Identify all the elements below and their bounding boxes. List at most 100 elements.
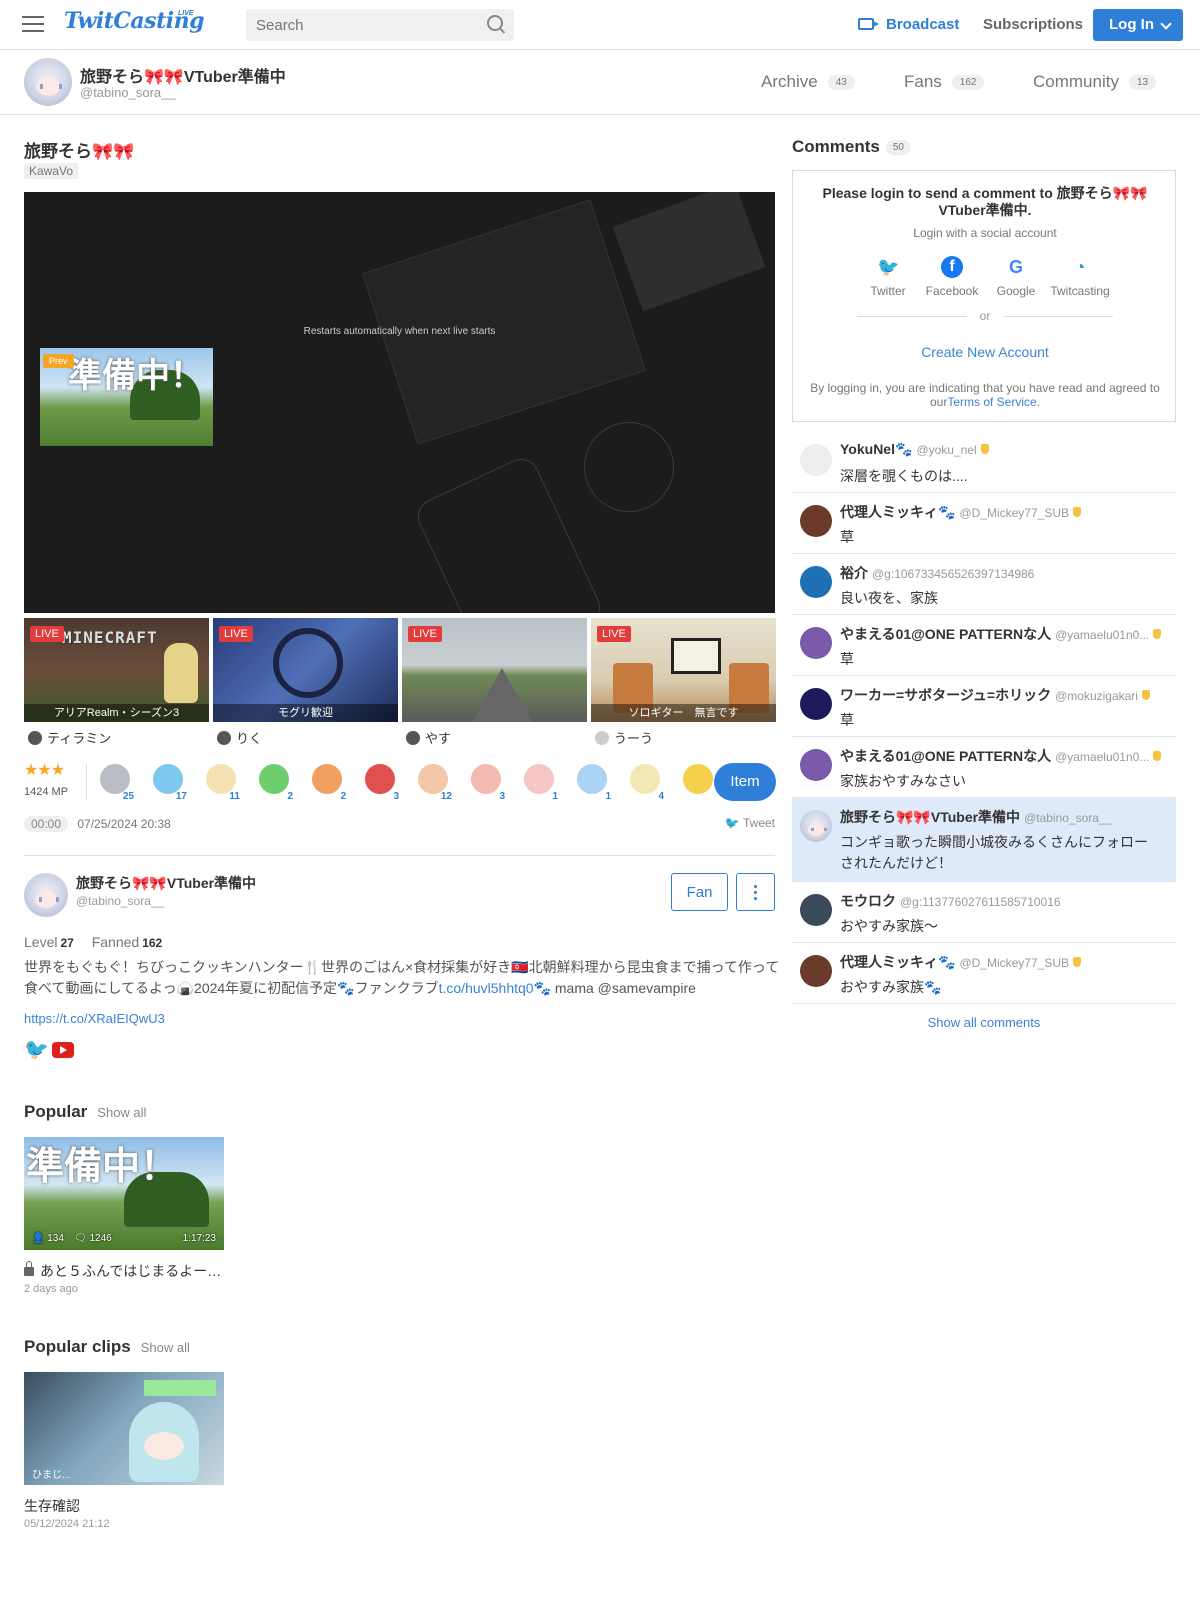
section-title: Popular (24, 1102, 88, 1121)
login-prompt: Please login to send a comment to 旅野そら🎀🎀… (822, 185, 1148, 218)
tweet-button[interactable]: 🐦 Tweet (725, 816, 775, 830)
bio-inline-link[interactable]: t.co/huvl5hhtq0 (439, 980, 534, 996)
tab-label: Archive (761, 72, 818, 91)
comment-author[interactable]: 代理人ミッキィ🐾 @D_Mickey77_SUB (840, 952, 1170, 972)
comment-author[interactable]: やまえる01@ONE PATTERNな人 @yamaelu01n0... (840, 624, 1170, 644)
comment-author[interactable]: 代理人ミッキィ🐾 @D_Mickey77_SUB (840, 502, 1170, 522)
broadcast-link[interactable]: Broadcast (886, 16, 959, 33)
gift-item[interactable]: 25 (96, 762, 134, 802)
create-account-link[interactable]: Create New Account (793, 344, 1177, 360)
medal-icon (1153, 629, 1162, 639)
camera-icon[interactable] (858, 18, 879, 30)
thumbnail-image (164, 643, 198, 703)
gift-item[interactable]: 3 (467, 762, 505, 802)
live-user[interactable]: やす (406, 728, 451, 747)
more-options-button[interactable] (736, 873, 775, 911)
comment-avatar[interactable] (800, 749, 832, 781)
comment-author[interactable]: やまえる01@ONE PATTERNな人 @yamaelu01n0... (840, 746, 1170, 766)
comment-avatar[interactable] (800, 894, 832, 926)
comment-avatar[interactable] (800, 955, 832, 987)
live-user[interactable]: りく (217, 728, 262, 747)
item-button[interactable]: Item (714, 763, 776, 801)
comment-author[interactable]: 裕介 @g:106733456526397134986 (840, 563, 1170, 583)
google-login-button[interactable]: G Google (981, 256, 1051, 298)
gift-item[interactable]: 2 (308, 762, 346, 802)
avatar[interactable] (24, 58, 72, 106)
gift-item[interactable]: 1 (520, 762, 558, 802)
profile-name[interactable]: 旅野そら🎀🎀VTuber準備中 (80, 63, 286, 87)
twitcasting-login-button[interactable]: ◔ Twitcasting (1045, 256, 1115, 298)
menu-icon[interactable] (22, 16, 44, 34)
profile-link[interactable]: https://t.co/XRaIEIQwU3 (24, 1011, 165, 1026)
gift-item[interactable]: 1 (573, 762, 611, 802)
gift-item[interactable]: 2 (255, 762, 293, 802)
video-player[interactable]: Restarts automatically when next live st… (24, 192, 775, 613)
social-label: Google (996, 284, 1036, 298)
twitter-icon[interactable]: 🐦 (24, 1040, 49, 1060)
live-list: MINECRAFT LIVE アリアRealm・シーズン3 LIVE モグリ歓迎… (24, 618, 776, 722)
clip-title[interactable]: 生存確認 (24, 1496, 80, 1516)
avatar[interactable] (24, 873, 68, 917)
comments-count: 50 (885, 140, 911, 156)
live-user[interactable]: うーう (595, 728, 653, 747)
login-button[interactable]: Log In (1093, 9, 1183, 41)
comment-author[interactable]: ワーカー=サボタージュ=ホリック @mokuzigakari (840, 685, 1170, 705)
comment-avatar[interactable] (800, 688, 832, 720)
comment-author[interactable]: モウロク @g:113776027611585710016 (840, 891, 1170, 911)
comment-author-name: モウロク (840, 893, 896, 909)
live-card[interactable]: LIVE モグリ歓迎 (213, 618, 398, 722)
comment-avatar[interactable] (800, 627, 832, 659)
gift-item[interactable]: 17 (149, 762, 187, 802)
show-all-comments-link[interactable]: Show all comments (792, 1015, 1176, 1030)
clip-thumbnail[interactable]: ひまじ... (24, 1372, 224, 1485)
comment-author[interactable]: 旅野そら🎀🎀VTuber準備中 @tabino_sora__ (840, 807, 1170, 827)
previous-movie-thumbnail[interactable]: 準備中！ Prev (40, 348, 213, 446)
live-card[interactable]: LIVE ソロギター 無言です (591, 618, 776, 722)
comment-avatar[interactable] (800, 505, 832, 537)
comment-item: 裕介 @g:106733456526397134986 良い夜を、家族 (792, 554, 1176, 615)
live-user[interactable]: ティラミン (28, 728, 111, 747)
youtube-icon[interactable] (52, 1042, 74, 1058)
clips-show-all-link[interactable]: Show all (141, 1340, 190, 1355)
live-card[interactable]: MINECRAFT LIVE アリアRealm・シーズン3 (24, 618, 209, 722)
comment-text: 家族おやすみなさい (840, 773, 966, 789)
movie-title: 旅野そら🎀🎀 (24, 142, 135, 161)
prev-badge: Prev (43, 354, 74, 368)
gift-item[interactable] (679, 762, 717, 802)
facebook-login-button[interactable]: f Facebook (917, 256, 987, 298)
subscriptions-link[interactable]: Subscriptions (983, 16, 1083, 33)
medal-icon (980, 444, 989, 454)
tab-archive[interactable]: Archive 43 (761, 72, 855, 92)
fan-button[interactable]: Fan (671, 873, 728, 911)
user-avatar-icon (595, 731, 609, 745)
live-card[interactable]: LIVE (402, 618, 587, 722)
category-tag[interactable]: KawaVo (24, 163, 79, 179)
comment-avatar[interactable] (800, 444, 832, 476)
search-icon[interactable] (487, 15, 503, 31)
popular-show-all-link[interactable]: Show all (97, 1105, 146, 1120)
gift-item[interactable]: 4 (626, 762, 664, 802)
thumbnail-image (472, 668, 532, 722)
login-subtitle: Login with a social account (913, 226, 1057, 240)
tab-label: Fans (904, 72, 942, 91)
gift-icon (683, 764, 713, 794)
gift-item[interactable]: 3 (361, 762, 399, 802)
popular-movie-title[interactable]: あと５ふんではじまるよー… (24, 1261, 234, 1281)
comment-avatar[interactable] (800, 566, 832, 598)
tab-fans[interactable]: Fans 162 (904, 72, 985, 92)
twitter-login-button[interactable]: 🐦 Twitter (853, 256, 923, 298)
gift-item[interactable]: 11 (202, 762, 240, 802)
gift-item[interactable]: 12 (414, 762, 452, 802)
popular-movie-thumbnail[interactable]: 準備中！ 👤 134 🗨 1246 1:17:23 (24, 1137, 224, 1250)
user-name[interactable]: 旅野そら🎀🎀VTuber準備中 (76, 873, 256, 893)
more-dot (754, 897, 757, 900)
comment-avatar[interactable] (800, 810, 832, 842)
tab-community[interactable]: Community 13 (1033, 72, 1157, 92)
comment-author[interactable]: YokuNel🐾 @yoku_nel (840, 441, 1170, 458)
search-input[interactable] (246, 9, 514, 41)
user-bio: 世界をもぐもぐ！ちびっこクッキンハンター🍴世界のごはん×食材採集が好き🇰🇵北朝鮮… (24, 957, 784, 999)
comment-author-name: YokuNel🐾 (840, 441, 913, 457)
terms-link[interactable]: Terms of Service (947, 395, 1036, 409)
terms-notice: By logging in, you are indicating that y… (807, 381, 1163, 409)
comment-author-name: 代理人ミッキィ🐾 (840, 954, 956, 970)
